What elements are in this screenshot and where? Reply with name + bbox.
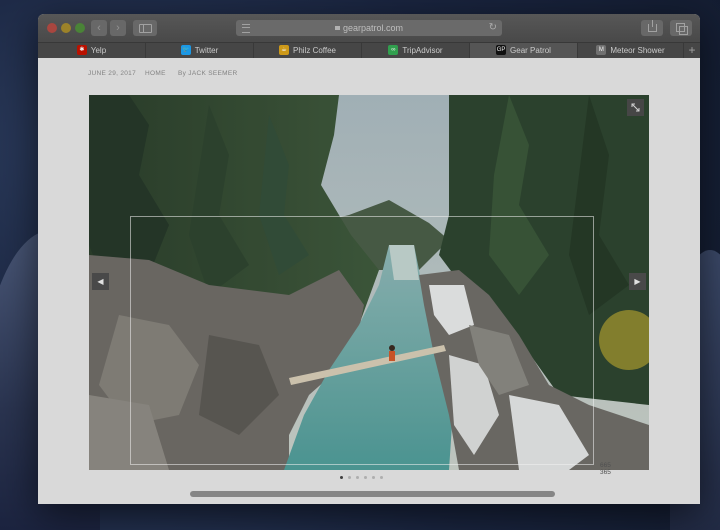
- lock-icon: [334, 26, 340, 30]
- horizontal-scrollbar[interactable]: [190, 491, 555, 497]
- share-icon: [648, 20, 657, 32]
- slide-pagination: [340, 476, 388, 482]
- chevron-left-icon: ‹: [97, 22, 101, 34]
- address-bar[interactable]: gearpatrol.com ↻: [236, 20, 502, 36]
- section-link[interactable]: HOME: [145, 70, 166, 77]
- pagination-dot[interactable]: [340, 476, 343, 479]
- url-text: gearpatrol.com: [342, 23, 404, 33]
- next-slide-button[interactable]: ▶: [629, 273, 646, 290]
- tab-label: Yelp: [90, 46, 107, 55]
- share-button[interactable]: [641, 20, 663, 36]
- reload-icon[interactable]: ↻: [489, 20, 497, 36]
- selection-frame: [130, 216, 594, 465]
- close-window-button[interactable]: [47, 23, 57, 33]
- plus-icon: +: [688, 43, 696, 57]
- maximize-window-button[interactable]: [75, 23, 85, 33]
- tab-bar: ✱ Yelp 🐦 Twitter ☕ Philz Coffee ∞ TripAdviso…: [38, 42, 700, 59]
- triangle-left-icon: ◀: [97, 277, 104, 286]
- tripadvisor-owl-icon: ∞: [388, 44, 399, 55]
- tab-philz-coffee[interactable]: ☕ Philz Coffee: [254, 43, 362, 59]
- tab-gear-patrol[interactable]: GP Gear Patrol: [470, 43, 578, 59]
- tab-label: TripAdvisor: [402, 46, 443, 55]
- sidebar-icon: [139, 24, 152, 33]
- selection-dimensions: 665 365: [600, 462, 620, 476]
- yelp-icon: ✱: [76, 44, 87, 55]
- tab-meteor-shower[interactable]: M Meteor Shower: [578, 43, 684, 59]
- dimension-width: 665: [600, 462, 611, 469]
- forward-button[interactable]: ›: [110, 20, 126, 36]
- tab-tripadvisor[interactable]: ∞ TripAdvisor: [362, 43, 470, 59]
- dimension-height: 365: [600, 469, 611, 476]
- new-tab-button[interactable]: +: [684, 43, 700, 59]
- pagination-dot[interactable]: [364, 476, 367, 479]
- fullscreen-button[interactable]: [627, 99, 644, 116]
- safari-window: ‹ › gearpatrol.com ↻ ✱ Yelp 🐦 Twitter ☕ Phi…: [38, 14, 700, 504]
- expand-icon: [631, 103, 640, 112]
- sidebar-toggle-button[interactable]: [133, 20, 157, 36]
- back-button[interactable]: ‹: [91, 20, 107, 36]
- chevron-right-icon: ›: [116, 22, 120, 34]
- twitter-bird-icon: 🐦: [180, 44, 191, 55]
- minimize-window-button[interactable]: [61, 23, 71, 33]
- pagination-dot[interactable]: [380, 476, 383, 479]
- previous-slide-button[interactable]: ◀: [92, 273, 109, 290]
- triangle-right-icon: ▶: [634, 277, 641, 286]
- reader-view-icon[interactable]: [242, 24, 250, 33]
- page-content: JUNE 29, 2017 HOME By JACK SEEMER ◀ ▶ 66…: [38, 58, 700, 504]
- article-date: JUNE 29, 2017: [88, 70, 136, 77]
- tab-label: Twitter: [194, 46, 219, 55]
- tab-twitter[interactable]: 🐦 Twitter: [146, 43, 254, 59]
- author-byline[interactable]: By JACK SEEMER: [178, 70, 237, 77]
- gear-patrol-icon: GP: [496, 44, 507, 55]
- pagination-dot[interactable]: [348, 476, 351, 479]
- meteor-shower-icon: M: [596, 44, 607, 55]
- pagination-dot[interactable]: [372, 476, 375, 479]
- tab-label: Philz Coffee: [293, 46, 336, 55]
- show-tabs-button[interactable]: [670, 20, 692, 36]
- tabs-overview-icon: [676, 23, 688, 35]
- browser-toolbar: ‹ › gearpatrol.com ↻: [38, 14, 700, 42]
- tab-yelp[interactable]: ✱ Yelp: [38, 43, 146, 59]
- philz-coffee-icon: ☕: [279, 44, 289, 55]
- pagination-dot[interactable]: [356, 476, 359, 479]
- tab-label: Meteor Shower: [610, 46, 665, 55]
- tab-label: Gear Patrol: [510, 46, 551, 55]
